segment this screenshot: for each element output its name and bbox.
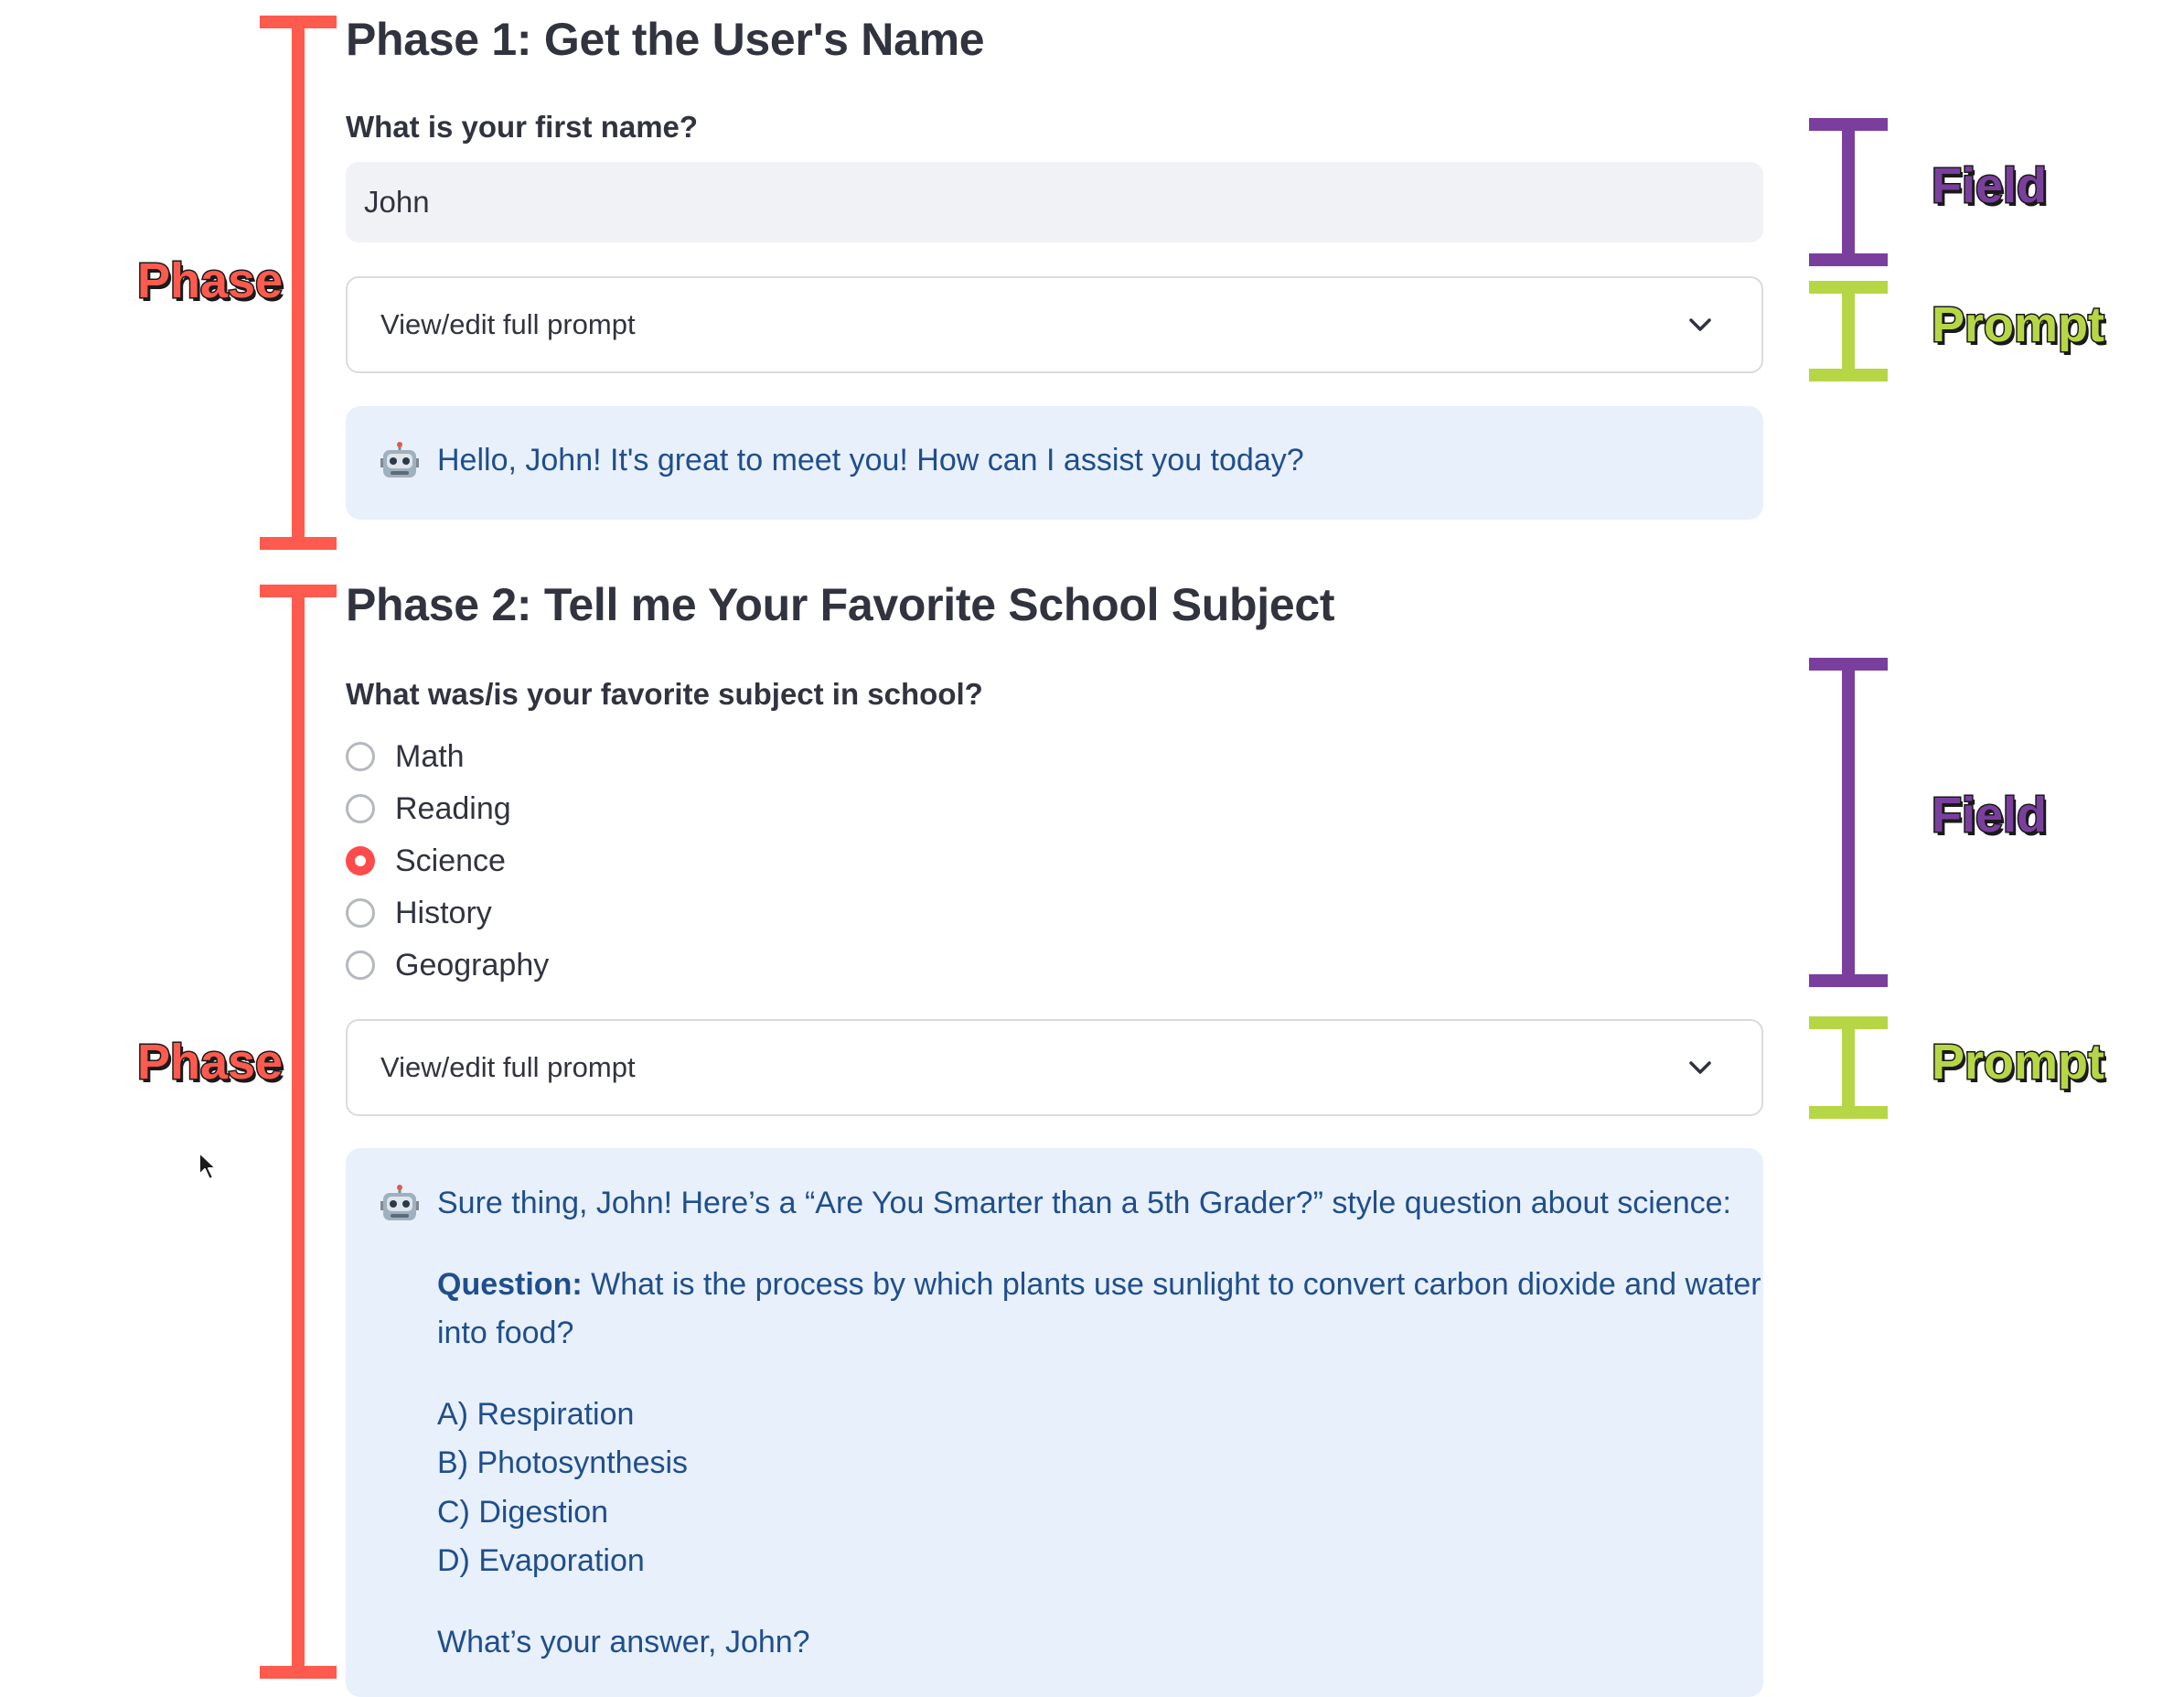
answer-option: D) Evaporation [437, 1543, 645, 1578]
question-line-1: Question: What is the process by which p… [437, 1267, 1761, 1303]
phase1-chat-message: Hello, John! It's great to meet you! How… [346, 406, 1763, 520]
field2-bracket [1809, 658, 1888, 987]
radio-option-reading[interactable]: Reading [346, 786, 511, 832]
radio-button[interactable] [346, 951, 375, 980]
phase2-prompt-expander[interactable]: View/edit full prompt [346, 1019, 1763, 1116]
phase2-heading: Phase 2: Tell me Your Favorite School Su… [346, 579, 1335, 630]
phase2-bracket [260, 585, 337, 1679]
field1-bracket [1809, 118, 1888, 266]
prompt1-annotation-label: Prompt [1931, 296, 2106, 354]
expander-label: View/edit full prompt [380, 308, 636, 340]
phase1-response-text: Hello, John! It's great to meet you! How… [437, 443, 1304, 478]
field-prompt-bracket-overlay [1809, 118, 1888, 1119]
radio-button-selected[interactable] [346, 846, 375, 875]
chevron-down-icon [1689, 318, 1711, 331]
radio-option-geography[interactable]: Geography [346, 942, 549, 988]
radio-label: Geography [395, 947, 550, 983]
question-line-2: into food? [437, 1316, 574, 1350]
response-closing: What’s your answer, John? [437, 1625, 810, 1659]
phase1-prompt-expander[interactable]: View/edit full prompt [346, 276, 1763, 373]
radio-label: Science [395, 843, 506, 878]
phase2-chat-message: Sure thing, John! Here’s a “Are You Smar… [346, 1148, 1763, 1697]
radio-button[interactable] [346, 898, 375, 928]
answer-option: A) Respiration [437, 1397, 635, 1432]
radio-label: Reading [395, 790, 511, 826]
radio-option-science[interactable]: Science [346, 838, 506, 884]
phase2-annotation-label: Phase [135, 1034, 284, 1091]
field2-annotation-label: Field [1930, 787, 2048, 844]
expander-label: View/edit full prompt [380, 1051, 636, 1083]
radio-button[interactable] [346, 794, 375, 823]
question-label: Question: [437, 1267, 583, 1302]
radio-label: Math [395, 738, 465, 774]
answer-option: B) Photosynthesis [437, 1445, 689, 1480]
first-name-label: What is your first name? [346, 110, 699, 144]
chevron-down-icon [1689, 1061, 1711, 1074]
robot-icon [380, 1185, 419, 1220]
robot-icon [380, 442, 419, 478]
phase1-heading: Phase 1: Get the User's Name [346, 14, 985, 65]
answer-option: C) Digestion [437, 1495, 609, 1530]
mouse-pointer-icon [198, 1152, 217, 1180]
radio-option-history[interactable]: History [346, 890, 492, 936]
radio-label: History [395, 895, 492, 930]
favorite-subject-label: What was/is your favorite subject in sch… [346, 677, 983, 711]
prompt1-bracket [1809, 281, 1888, 381]
first-name-input[interactable] [346, 162, 1763, 242]
phase2-response-intro: Sure thing, John! Here’s a “Are You Smar… [437, 1186, 1731, 1220]
field1-annotation-label: Field [1930, 157, 2048, 215]
question-text: What is the process by which plants use … [582, 1267, 1761, 1302]
radio-option-math[interactable]: Math [346, 734, 465, 779]
radio-button[interactable] [346, 742, 375, 771]
prompt2-bracket [1809, 1016, 1888, 1119]
phase1-annotation-label: Phase [135, 252, 284, 310]
prompt2-annotation-label: Prompt [1931, 1034, 2106, 1091]
